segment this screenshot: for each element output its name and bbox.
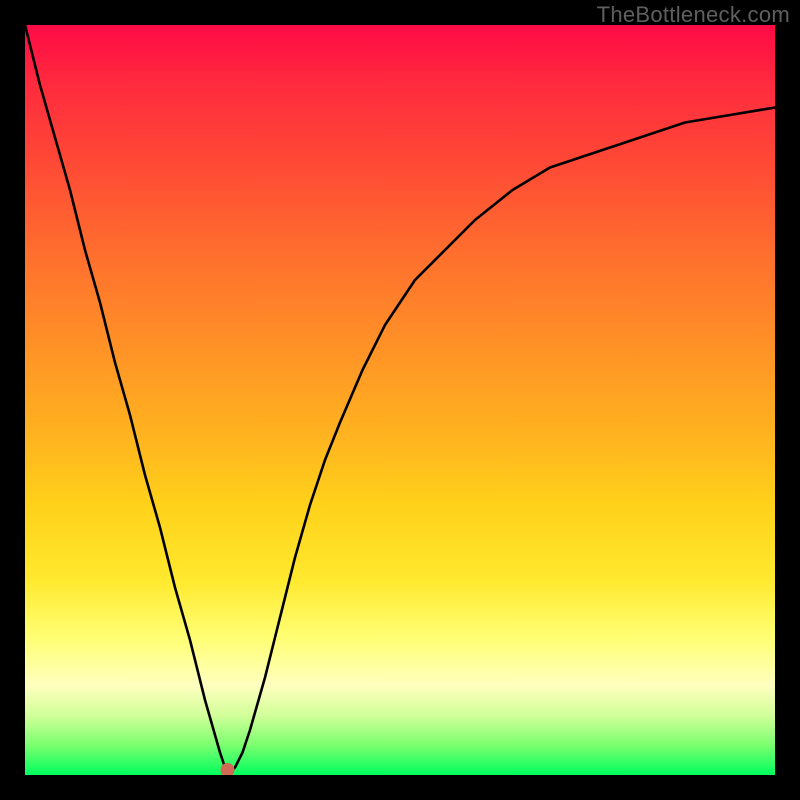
- plot-area: [25, 25, 775, 775]
- watermark-text: TheBottleneck.com: [597, 2, 790, 28]
- optimum-marker: [221, 763, 235, 775]
- bottleneck-curve: [25, 25, 775, 775]
- curve-svg: [25, 25, 775, 775]
- chart-frame: TheBottleneck.com: [0, 0, 800, 800]
